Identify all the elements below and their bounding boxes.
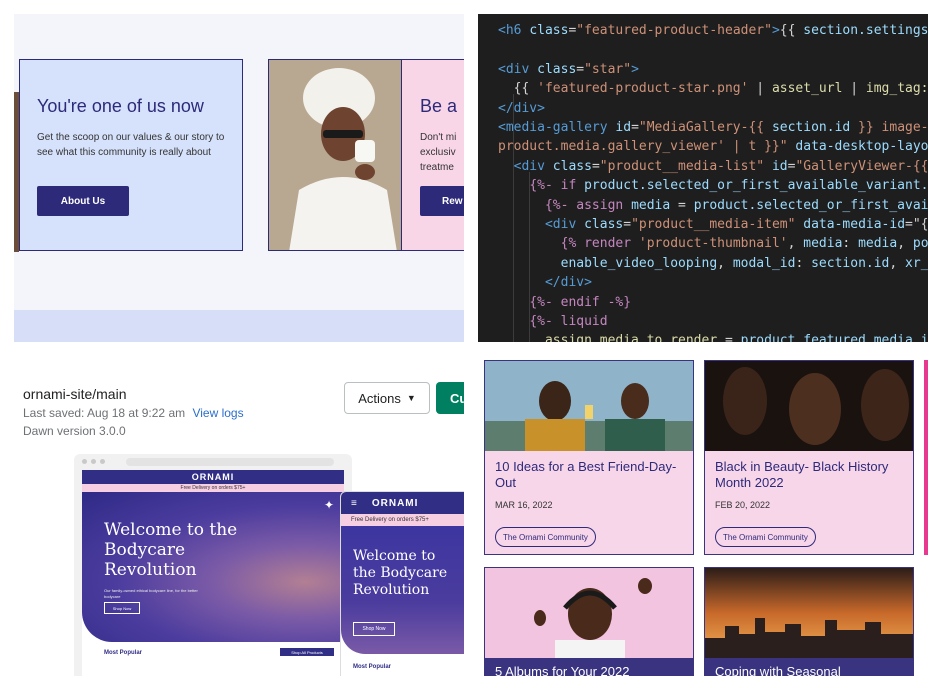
blog-card[interactable]: Black in Beauty- Black History Month 202… bbox=[704, 360, 914, 555]
blog-card[interactable]: Coping with Seasonal bbox=[704, 567, 914, 676]
mobile-hero: Welcome to the Bodycare Revolution Shop … bbox=[341, 526, 464, 654]
view-logs-link[interactable]: View logs bbox=[192, 406, 243, 420]
caret-down-icon: ▼ bbox=[406, 393, 416, 403]
code-line: <media-gallery id="MediaGallery-{{ secti… bbox=[498, 120, 928, 135]
customize-button[interactable]: Cu bbox=[436, 382, 464, 414]
address-bar bbox=[126, 458, 334, 466]
blog-card-tag[interactable]: The Ornami Community bbox=[715, 527, 816, 547]
mobile-preview[interactable]: ≡ ORNAMI Free Delivery on orders $75+ We… bbox=[340, 491, 464, 676]
rewards-card-title: Be a bbox=[420, 96, 458, 116]
code-line: enable_video_looping, modal_id: section.… bbox=[560, 255, 928, 271]
blog-card[interactable]: 5 Albums for Your 2022 bbox=[484, 567, 694, 676]
shop-now-button: Shop Now bbox=[104, 602, 140, 614]
blog-grid: 10 Ideas for a Best Friend-Day-Out MAR 1… bbox=[478, 356, 928, 676]
delivery-banner: Free Delivery on orders $75+ bbox=[82, 484, 344, 492]
last-saved-text: Last saved: Aug 18 at 9:22 am bbox=[23, 406, 186, 420]
woman-with-coffee-photo bbox=[268, 59, 402, 251]
code-line: <div class="product__media-item" data-me… bbox=[544, 217, 928, 232]
theme-version: Dawn version 3.0.0 bbox=[23, 424, 126, 438]
theme-panel: ornami-site/main Last saved: Aug 18 at 9… bbox=[14, 356, 464, 676]
blog-card-date: FEB 20, 2022 bbox=[715, 500, 771, 510]
code-line: <h6 class="featured-product-header">{{ s… bbox=[498, 23, 928, 38]
community-card: You're one of us now Get the scoop on ou… bbox=[19, 59, 243, 251]
woman-photo-illustration bbox=[269, 60, 401, 250]
code-line: {% render 'product-thumbnail', media: me… bbox=[560, 236, 928, 252]
code-line: {%- endif -%} bbox=[529, 294, 632, 310]
window-dots bbox=[82, 459, 105, 464]
hero-banner: Welcome to the Bodycare Revolution Our f… bbox=[82, 492, 344, 642]
code-line: {%- assign media = product.selected_or_f… bbox=[544, 197, 928, 213]
blog-card-date: MAR 16, 2022 bbox=[495, 500, 553, 510]
rewards-card-body: Don't mi exclusiv treatme bbox=[420, 132, 457, 173]
desktop-preview[interactable]: ORNAMI Free Delivery on orders $75+ Welc… bbox=[74, 454, 352, 676]
blog-card-title: 10 Ideas for a Best Friend-Day-Out bbox=[495, 459, 677, 490]
actions-label: Actions bbox=[358, 390, 401, 406]
hero-title: Welcome to the Bodycare Revolution bbox=[104, 520, 238, 580]
city-sunset-photo bbox=[705, 568, 913, 658]
code-line: {{ 'featured-product-star.png' | asset_u… bbox=[498, 81, 928, 97]
code-line: <div class="star"> bbox=[498, 61, 639, 77]
mobile-logo: ORNAMI bbox=[371, 497, 419, 509]
code-line: assign media to render = product.feature… bbox=[544, 333, 928, 342]
community-cards-panel: You're one of us now Get the scoop on ou… bbox=[14, 14, 464, 342]
shop-all-button: Shop All Products bbox=[280, 648, 334, 656]
blog-card-title: 5 Albums for Your 2022 bbox=[495, 664, 630, 676]
mobile-hero-title: Welcome to the Bodycare Revolution bbox=[353, 548, 448, 598]
rewards-button[interactable]: Rew bbox=[420, 186, 464, 216]
blog-card-title: Coping with Seasonal bbox=[715, 664, 841, 676]
next-card-edge bbox=[924, 360, 928, 555]
rewards-card: Be a Don't mi exclusiv treatme Rew bbox=[402, 59, 464, 251]
community-card-body: Get the scoop on our values & our story … bbox=[37, 132, 225, 158]
hero-subtitle: Our family-owned ethical bodycare line, … bbox=[104, 588, 198, 599]
mobile-shop-now-button: Shop Now bbox=[353, 622, 395, 636]
last-saved-row: Last saved: Aug 18 at 9:22 am View logs bbox=[23, 406, 244, 420]
community-card-title: You're one of us now bbox=[37, 96, 204, 116]
code-line: <div class="product__media-list" id="Gal… bbox=[513, 158, 928, 174]
friends-toasting-photo bbox=[485, 361, 693, 451]
about-us-button[interactable]: About Us bbox=[37, 186, 129, 216]
code-line: {%- liquid bbox=[529, 314, 608, 329]
theme-name: ornami-site/main bbox=[23, 386, 127, 402]
blog-card-title: Black in Beauty- Black History Month 202… bbox=[715, 459, 889, 490]
most-popular-heading: Most Popular bbox=[104, 650, 143, 656]
site-logo: ORNAMI bbox=[82, 470, 344, 484]
woman-with-headphones-photo bbox=[485, 568, 693, 658]
code-line: {%- if product.selected_or_first_availab… bbox=[529, 178, 928, 194]
black-in-beauty-photo bbox=[705, 361, 913, 451]
mobile-most-popular: Most Popular bbox=[353, 664, 392, 670]
mobile-nav: ≡ ORNAMI bbox=[341, 492, 464, 514]
sparkle-icon: ✦ bbox=[323, 498, 334, 512]
bottom-band bbox=[14, 310, 464, 342]
mobile-delivery-banner: Free Delivery on orders $75+ bbox=[341, 514, 464, 526]
actions-dropdown-button[interactable]: Actions ▼ bbox=[344, 382, 430, 414]
blog-card-tag[interactable]: The Ornami Community bbox=[495, 527, 596, 547]
site-preview: ORNAMI Free Delivery on orders $75+ Welc… bbox=[82, 470, 344, 676]
menu-icon: ≡ bbox=[351, 497, 358, 509]
code-line: </div> bbox=[498, 100, 545, 116]
code-editor[interactable]: <h6 class="featured-product-header">{{ s… bbox=[478, 14, 928, 342]
code-line: </div> bbox=[544, 275, 592, 291]
code-line: product.media.gallery_viewer' | t }}" da… bbox=[498, 139, 928, 155]
blog-card[interactable]: 10 Ideas for a Best Friend-Day-Out MAR 1… bbox=[484, 360, 694, 555]
